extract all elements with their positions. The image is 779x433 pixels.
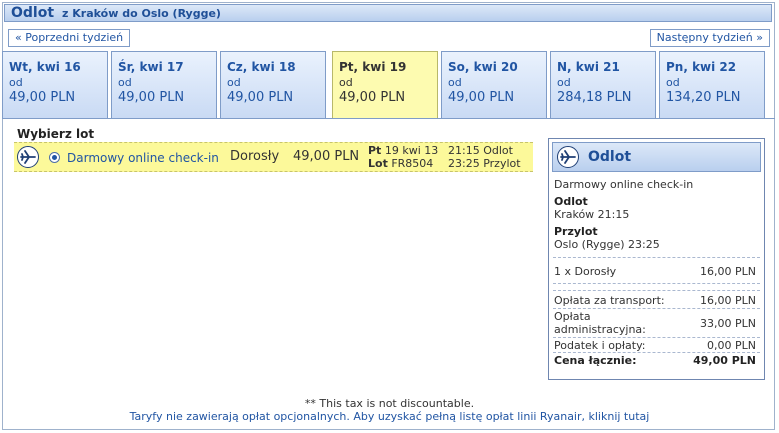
day-tab[interactable]: N, kwi 21 od 284,18 PLN: [550, 51, 656, 118]
flight-label: Lot: [368, 157, 388, 170]
summary-divider: [553, 283, 760, 284]
day-label: Pt, kwi 19: [339, 60, 407, 74]
from-label: od: [118, 76, 132, 89]
from-label: od: [448, 76, 462, 89]
flight-row[interactable]: Darmowy online check-in Dorosły 49,00 PL…: [14, 142, 533, 172]
fees-link[interactable]: Taryfy nie zawierają opłat opcjonalnych.…: [0, 410, 779, 423]
total-price: 49,00 PLN: [693, 354, 756, 367]
flight-number: Lot FR8504: [368, 157, 433, 170]
from-label: od: [557, 76, 571, 89]
day-price: 49,00 PLN: [118, 90, 185, 105]
day-tab[interactable]: So, kwi 20 od 49,00 PLN: [441, 51, 547, 118]
from-label: od: [9, 76, 23, 89]
summary-divider: [553, 257, 760, 258]
arrival-time: 23:25 Przylot: [448, 157, 521, 170]
route-subtitle: z Kraków do Oslo (Rygge): [62, 6, 221, 20]
summary-header: Odlot: [552, 142, 761, 172]
day-label: Cz, kwi 18: [227, 60, 296, 74]
arr-time: 23:25: [448, 157, 480, 170]
day-price: 49,00 PLN: [339, 90, 406, 105]
day-tab[interactable]: Cz, kwi 18 od 49,00 PLN: [220, 51, 326, 118]
previous-week-button[interactable]: « Poprzedni tydzień: [8, 29, 131, 47]
summary-divider: [553, 308, 760, 309]
plane-icon: [17, 146, 39, 168]
admin-label-1: Opłata: [554, 310, 591, 323]
day-label: So, kwi 20: [448, 60, 518, 74]
summary-dep-value: Kraków 21:15: [554, 208, 630, 221]
tax-price: 0,00 PLN: [707, 339, 756, 352]
summary-arr-value: Oslo (Rygge) 23:25: [554, 238, 660, 251]
from-label: od: [227, 76, 241, 89]
flight-radio[interactable]: [49, 152, 60, 163]
day-tab[interactable]: Wt, kwi 16 od 49,00 PLN: [2, 51, 108, 118]
day-label: N, kwi 21: [557, 60, 620, 74]
day-price: 49,00 PLN: [448, 90, 515, 105]
summary-dep-heading: Odlot: [554, 195, 588, 208]
checkin-link[interactable]: Darmowy online check-in: [67, 151, 219, 165]
departure-time: 21:15 Odlot: [448, 144, 513, 157]
plane-icon: [557, 146, 579, 168]
summary-divider: [553, 290, 760, 291]
summary-divider: [553, 337, 760, 338]
admin-label-2: administracyjna:: [554, 323, 646, 336]
tabs-divider: [2, 118, 775, 119]
choose-flight-heading: Wybierz lot: [17, 127, 95, 141]
day-price: 49,00 PLN: [227, 90, 294, 105]
admin-price: 33,00 PLN: [700, 317, 756, 330]
dep-label: Odlot: [483, 144, 513, 157]
dep-time: 21:15: [448, 144, 480, 157]
day-price: 49,00 PLN: [9, 90, 76, 105]
day-tab[interactable]: Śr, kwi 17 od 49,00 PLN: [111, 51, 217, 118]
pax-price: 16,00 PLN: [700, 265, 756, 278]
flight-price: 49,00 PLN: [293, 149, 360, 164]
total-label: Cena łącznie:: [554, 354, 637, 367]
day-label: Wt, kwi 16: [9, 60, 81, 74]
summary-checkin: Darmowy online check-in: [554, 178, 694, 191]
pax-label: 1 x Dorosły: [554, 265, 617, 278]
date-value: 19 kwi 13: [384, 144, 439, 157]
day-label: Śr, kwi 17: [118, 60, 184, 74]
day-label: Pn, kwi 22: [666, 60, 737, 74]
day-price: 284,18 PLN: [557, 90, 632, 105]
page-title: Odlot: [11, 5, 55, 21]
summary-title: Odlot: [588, 149, 632, 165]
tax-label: Podatek i opłaty:: [554, 339, 646, 352]
from-label: od: [339, 76, 353, 89]
from-label: od: [666, 76, 680, 89]
day-tab[interactable]: Pn, kwi 22 od 134,20 PLN: [659, 51, 765, 118]
next-week-button[interactable]: Następny tydzień »: [649, 29, 770, 47]
day-price: 134,20 PLN: [666, 90, 741, 105]
summary-panel: Odlot Darmowy online check-in Odlot Krak…: [548, 138, 765, 380]
day-tab-selected[interactable]: Pt, kwi 19 od 49,00 PLN: [332, 51, 438, 118]
flight-no: FR8504: [391, 157, 434, 170]
summary-arr-heading: Przylot: [554, 225, 598, 238]
day-tabs: Wt, kwi 16 od 49,00 PLN Śr, kwi 17 od 49…: [2, 51, 775, 118]
arr-label: Przylot: [483, 157, 521, 170]
flight-date: Pt 19 kwi 13: [368, 144, 438, 157]
day-abbr: Pt: [368, 144, 382, 157]
transport-label: Opłata za transport:: [554, 294, 665, 307]
passenger-type: Dorosły: [230, 149, 280, 164]
tax-note: ** This tax is not discountable.: [304, 397, 475, 410]
page-header: Odlot z Kraków do Oslo (Rygge): [4, 4, 772, 22]
transport-price: 16,00 PLN: [700, 294, 756, 307]
summary-divider: [553, 352, 760, 353]
